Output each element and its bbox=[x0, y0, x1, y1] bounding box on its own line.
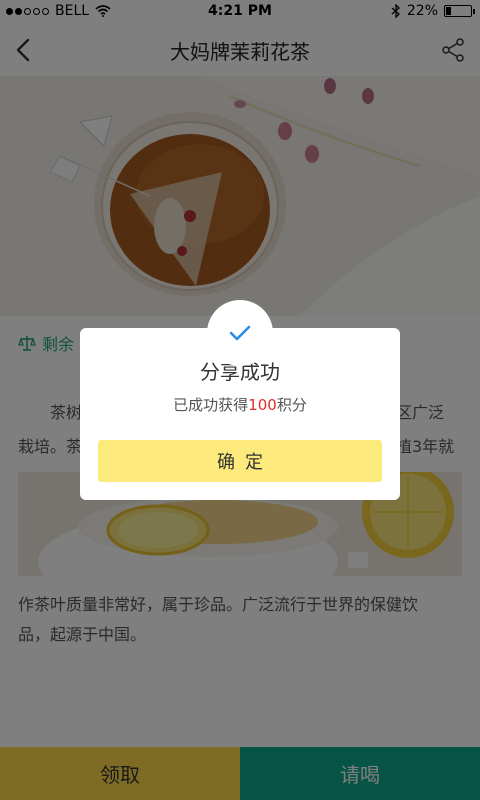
points-value: 100 bbox=[248, 396, 277, 414]
dialog-message-prefix: 已成功获得 bbox=[173, 396, 249, 414]
checkmark-icon bbox=[229, 325, 251, 341]
dialog-message-suffix: 积分 bbox=[276, 396, 307, 414]
dialog-message: 已成功获得100积分 bbox=[80, 394, 400, 415]
confirm-button[interactable]: 确定 bbox=[98, 440, 382, 482]
success-badge bbox=[207, 300, 273, 366]
